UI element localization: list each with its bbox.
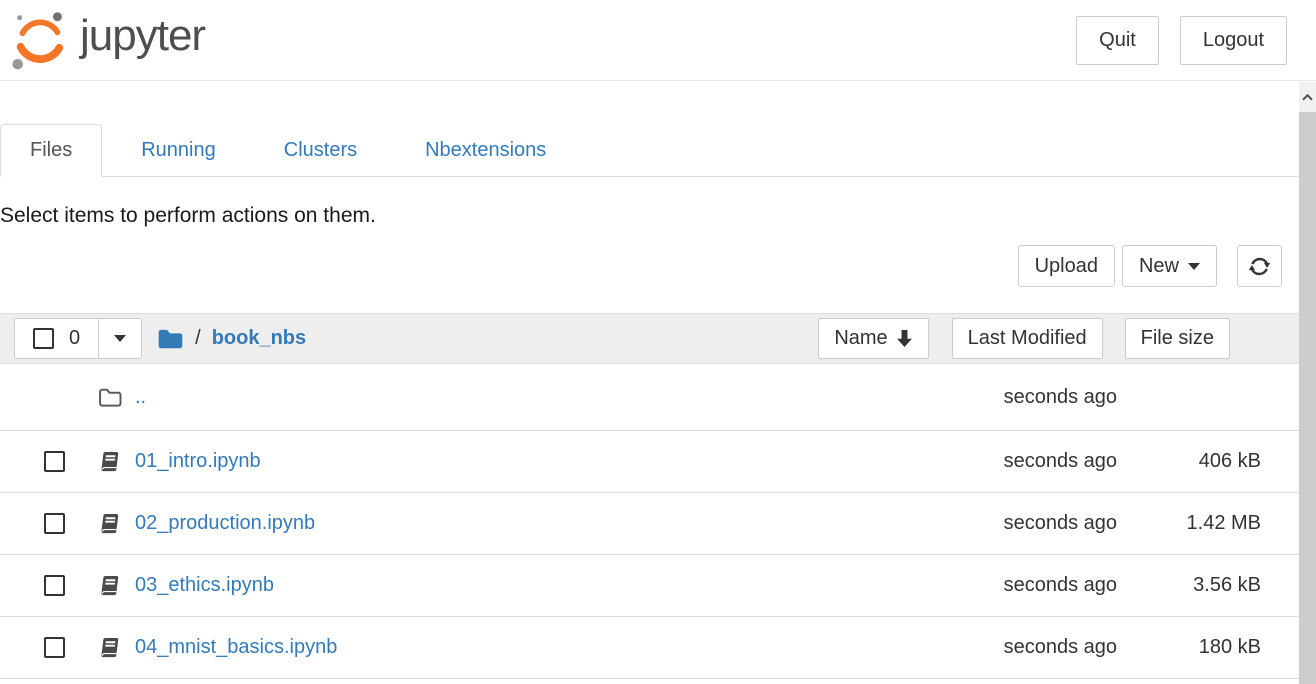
notebook-toolbar: Upload New xyxy=(0,245,1299,287)
chevron-down-icon xyxy=(1188,263,1200,270)
last-modified-value: seconds ago xyxy=(917,386,1117,409)
refresh-button[interactable] xyxy=(1237,245,1282,287)
tab-files[interactable]: Files xyxy=(0,124,102,177)
file-list: .. seconds ago 01_int xyxy=(0,364,1299,679)
select-all-button-group: 0 xyxy=(14,318,142,359)
sort-buttons: Name Last Modified File size xyxy=(818,318,1230,359)
file-size-value: 3.56 kB xyxy=(1117,574,1261,597)
list-item-notebook: 03_ethics.ipynb seconds ago 3.56 kB xyxy=(0,555,1299,617)
jupyter-planet-icon xyxy=(8,9,70,71)
list-item-notebook: 01_intro.ipynb seconds ago 406 kB xyxy=(0,431,1299,493)
new-dropdown-button[interactable]: New xyxy=(1122,245,1217,287)
list-item-parent-folder: .. seconds ago xyxy=(0,364,1299,431)
tab-nbextensions[interactable]: Nbextensions xyxy=(395,124,576,177)
chevron-down-icon xyxy=(114,335,126,342)
upload-button[interactable]: Upload xyxy=(1018,245,1115,287)
notebook-icon xyxy=(98,574,124,598)
last-modified-value: seconds ago xyxy=(917,636,1117,659)
scrollbar-thumb[interactable] xyxy=(1299,112,1316,684)
main-content: Files Running Clusters Nbextensions Sele… xyxy=(0,124,1299,679)
select-items-instructions: Select items to perform actions on them. xyxy=(0,204,1299,228)
select-all-button[interactable]: 0 xyxy=(14,318,99,359)
tab-bar: Files Running Clusters Nbextensions xyxy=(0,124,1299,177)
sort-by-name-button[interactable]: Name xyxy=(818,318,928,359)
breadcrumb-current-dir: book_nbs xyxy=(212,327,306,350)
logo-wordmark: jupyter xyxy=(80,11,205,61)
sort-by-last-modified-button[interactable]: Last Modified xyxy=(952,318,1103,359)
file-size-value: 406 kB xyxy=(1117,450,1261,473)
breadcrumb-root-link[interactable] xyxy=(157,327,184,350)
last-modified-value: seconds ago xyxy=(917,574,1117,597)
app-header: jupyter Quit Logout xyxy=(0,0,1316,81)
chevron-up-icon xyxy=(1302,94,1313,101)
breadcrumb-separator: / xyxy=(195,327,201,350)
folder-outline-icon xyxy=(98,387,124,408)
notebook-icon xyxy=(98,636,124,660)
row-checkbox[interactable] xyxy=(44,513,65,534)
selected-count: 0 xyxy=(69,327,80,350)
sort-by-file-size-button[interactable]: File size xyxy=(1125,318,1230,359)
quit-button[interactable]: Quit xyxy=(1076,16,1159,65)
list-item-notebook: 02_production.ipynb seconds ago 1.42 MB xyxy=(0,493,1299,555)
notebook-link[interactable]: 02_production.ipynb xyxy=(135,512,315,535)
notebook-icon xyxy=(98,512,124,536)
select-all-checkbox[interactable] xyxy=(33,328,54,349)
list-item-notebook: 04_mnist_basics.ipynb seconds ago 180 kB xyxy=(0,617,1299,679)
notebook-link[interactable]: 03_ethics.ipynb xyxy=(135,574,274,597)
folder-icon xyxy=(157,327,184,350)
row-checkbox[interactable] xyxy=(44,637,65,658)
parent-folder-link[interactable]: .. xyxy=(135,386,146,409)
tab-clusters[interactable]: Clusters xyxy=(254,124,387,177)
row-checkbox[interactable] xyxy=(44,575,65,596)
jupyter-logo[interactable]: jupyter xyxy=(8,9,205,71)
notebook-icon xyxy=(98,450,124,474)
notebook-link[interactable]: 01_intro.ipynb xyxy=(135,450,261,473)
vertical-scrollbar[interactable] xyxy=(1299,82,1316,684)
refresh-icon xyxy=(1248,255,1271,278)
logout-button[interactable]: Logout xyxy=(1180,16,1287,65)
last-modified-value: seconds ago xyxy=(917,450,1117,473)
sort-name-label: Name xyxy=(834,327,887,350)
notebook-link[interactable]: 04_mnist_basics.ipynb xyxy=(135,636,337,659)
new-dropdown-label: New xyxy=(1139,255,1179,278)
file-size-value: 1.42 MB xyxy=(1117,512,1261,535)
last-modified-value: seconds ago xyxy=(917,512,1117,535)
list-header-bar: 0 / book_nbs Name xyxy=(0,313,1299,364)
row-checkbox[interactable] xyxy=(44,451,65,472)
file-size-value: 180 kB xyxy=(1117,636,1261,659)
breadcrumb: / book_nbs xyxy=(157,327,306,350)
arrow-down-icon xyxy=(896,329,913,348)
scrollbar-up-button[interactable] xyxy=(1299,82,1316,112)
tab-running[interactable]: Running xyxy=(111,124,246,177)
select-filter-dropdown-button[interactable] xyxy=(99,318,142,359)
